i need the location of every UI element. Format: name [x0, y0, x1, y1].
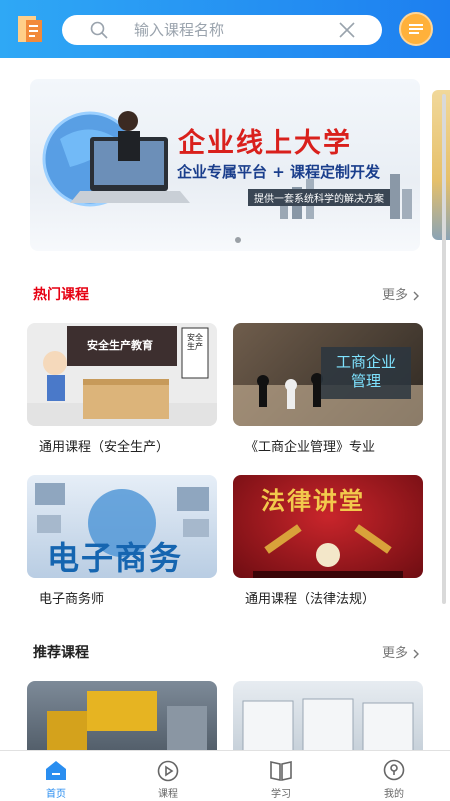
banner-tagline: 提供一套系统科学的解决方案	[248, 189, 390, 206]
tab-study[interactable]: 学习	[225, 751, 337, 801]
message-button[interactable]	[399, 12, 433, 46]
course-thumbnail: 安全生产教育 安全生产	[27, 323, 217, 426]
recommend-card-2[interactable]	[233, 681, 423, 750]
course-card-law[interactable]: 法律讲堂 通用课程（法律法规）	[233, 475, 423, 607]
course-art-title: 安全生产教育	[87, 339, 153, 352]
recommend-more-link[interactable]: 更多	[382, 642, 420, 661]
hot-courses-title: 热门课程	[33, 287, 89, 303]
recommend-card-1[interactable]	[27, 681, 217, 750]
course-card-ecommerce[interactable]: 电子商务 电子商务师	[27, 475, 217, 607]
course-art-note: 安全生产	[187, 333, 203, 351]
banner-slide[interactable]: 企业线上大学 企业专属平台 + 课程定制开发 提供一套系统科学的解决方案	[30, 79, 420, 251]
tab-study-label: 学习	[271, 789, 291, 800]
scrollbar[interactable]	[442, 94, 446, 604]
search-icon	[90, 21, 108, 39]
course-thumbnail	[233, 681, 423, 750]
app-logo-icon[interactable]	[16, 14, 44, 44]
course-caption: 通用课程（法律法规）	[245, 592, 376, 607]
book-icon	[270, 761, 292, 781]
course-thumbnail: 电子商务	[27, 475, 217, 578]
course-caption: 电子商务师	[39, 592, 105, 607]
course-card-business[interactable]: 工商企业管理 《工商企业管理》专业	[233, 323, 423, 455]
course-caption: 《工商企业管理》专业	[245, 440, 376, 455]
course-art-title: 法律讲堂	[261, 487, 365, 515]
tab-courses[interactable]: 课程	[112, 751, 224, 801]
bottom-tab-bar: 首页 课程 学习 我的	[0, 750, 450, 801]
course-art-title: 电子商务	[47, 539, 184, 577]
course-art	[47, 691, 207, 750]
next-banner-peek[interactable]	[432, 90, 450, 240]
hot-more-label: 更多	[382, 288, 409, 303]
search-bar[interactable]: 输入课程名称	[62, 15, 382, 45]
recommend-courses-title: 推荐课程	[33, 645, 89, 661]
tab-home[interactable]: 首页	[0, 751, 112, 801]
tab-mine[interactable]: 我的	[338, 751, 450, 801]
chevron-right-icon	[413, 291, 420, 300]
recommend-more-label: 更多	[382, 646, 409, 661]
play-circle-icon	[157, 760, 179, 782]
profile-icon	[383, 759, 405, 781]
carousel-indicator[interactable]	[235, 237, 241, 243]
course-card-safety[interactable]: 安全生产教育 安全生产 通用课程（安全生产）	[27, 323, 217, 455]
tab-mine-label: 我的	[384, 789, 404, 800]
hot-more-link[interactable]: 更多	[382, 284, 420, 303]
search-input[interactable]: 输入课程名称	[134, 20, 224, 40]
course-thumbnail: 工商企业管理	[233, 323, 423, 426]
course-art-title: 工商企业管理	[335, 353, 396, 390]
page-scroll-area[interactable]: 企业线上大学 企业专属平台 + 课程定制开发 提供一套系统科学的解决方案 热门课…	[0, 58, 450, 750]
top-header: 输入课程名称	[0, 0, 450, 58]
course-art	[242, 698, 414, 750]
course-caption: 通用课程（安全生产）	[39, 440, 170, 455]
chevron-right-icon	[413, 649, 420, 658]
course-thumbnail	[27, 681, 217, 750]
banner-subtitle: 企业专属平台 + 课程定制开发	[177, 163, 381, 181]
message-icon	[409, 24, 423, 34]
home-icon	[46, 761, 66, 780]
tab-home-label: 首页	[46, 789, 66, 800]
course-thumbnail: 法律讲堂	[233, 475, 423, 578]
clear-icon[interactable]	[338, 21, 356, 39]
tab-courses-label: 课程	[158, 789, 178, 800]
banner-title: 企业线上大学	[178, 128, 352, 159]
